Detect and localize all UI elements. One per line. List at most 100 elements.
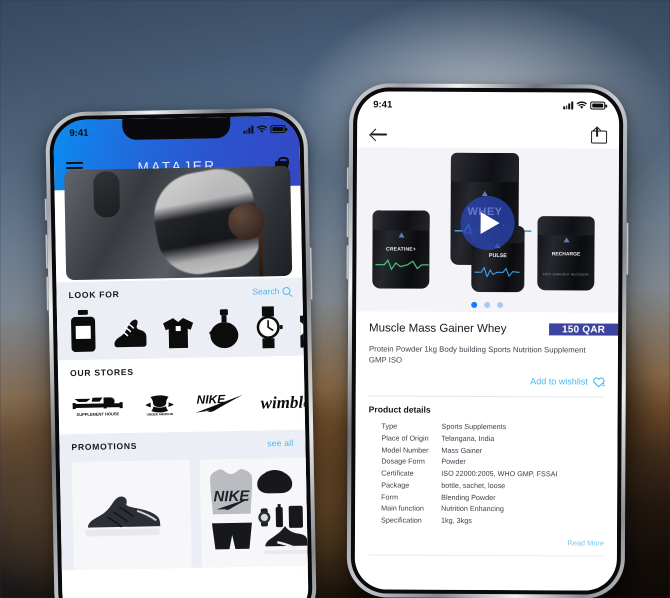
back-arrow-icon[interactable]: [371, 128, 387, 140]
jar-label-recharge: RECHARGE: [551, 250, 581, 258]
product-title-row: Muscle Mass Gainer Whey 150 QAR: [356, 311, 619, 344]
play-button-icon[interactable]: [460, 195, 515, 251]
detail-key: Dosage Form: [381, 456, 425, 467]
look-for-title: LOOK FOR: [68, 289, 120, 301]
category-icon-row: [69, 304, 309, 354]
jar-wave-pulse: [474, 266, 520, 278]
phone-left-bezel: 9:41 MATAJER LOOK FOR Search OUR STORES …: [49, 111, 313, 598]
heart-outline-icon: [593, 376, 605, 388]
product-detail-panel: Muscle Mass Gainer Whey 150 QAR Protein …: [354, 311, 619, 591]
store-logo-under-armour[interactable]: UNDER ARMOUR: [138, 393, 180, 416]
svg-text:SUPPLEMENT HOUSE: SUPPLEMENT HOUSE: [76, 411, 119, 417]
phone-right-screen: 9:41 WHEY 100% ADVANCED PROTEIN: [354, 91, 620, 591]
store-logo-wimble[interactable]: wimble: [260, 390, 308, 413]
promotions-see-all-link[interactable]: see all: [267, 438, 293, 449]
store-logo-nike[interactable]: NIKE: [194, 391, 246, 416]
wifi-icon: [256, 125, 268, 133]
status-time: 9:41: [373, 98, 393, 111]
jar-sub-recharge: POST WORKOUT RECOVERY: [542, 272, 590, 277]
phone-right-volume-down[interactable]: [346, 245, 349, 280]
phone-left-volume-down[interactable]: [46, 276, 49, 311]
detail-key: Form: [381, 491, 398, 502]
phone-right-mute-switch[interactable]: [346, 167, 349, 190]
category-supplement-bottle[interactable]: [69, 308, 98, 353]
detail-value: Powder: [441, 457, 466, 467]
category-perfume-bottle[interactable]: [209, 305, 240, 350]
category-sneaker[interactable]: [111, 307, 148, 352]
store-logo-supplement-house[interactable]: SUPPLEMENT HOUSE: [70, 394, 124, 417]
gallery-dot-3[interactable]: [497, 302, 504, 309]
detail-value: Telangana, India: [441, 433, 495, 443]
svg-text:UNDER ARMOUR: UNDER ARMOUR: [147, 412, 174, 416]
detail-value: Mass Gainer: [441, 445, 483, 455]
add-to-wishlist-button[interactable]: Add to wishlist: [356, 366, 618, 396]
product-price-badge: 150 QAR: [548, 323, 619, 336]
our-stores-header: OUR STORES: [70, 364, 292, 378]
category-t-shirt[interactable]: [161, 306, 196, 351]
detail-value: ISO 22000:2005, WHO GMP, FSSAI: [441, 468, 558, 479]
hero-banner[interactable]: [64, 165, 293, 281]
phone-right-power-button[interactable]: [626, 222, 629, 275]
jar-label-creatine: CREATINE+: [386, 246, 416, 254]
detail-key: Package: [381, 480, 410, 490]
gallery-dot-1[interactable]: [471, 301, 478, 308]
svg-text:wimble: wimble: [260, 393, 308, 413]
promo-card-sneakers[interactable]: [71, 459, 192, 571]
detail-value: Nutrition Enhancing: [441, 504, 504, 514]
detail-value: 1kg, 3kgs: [441, 515, 472, 525]
battery-icon: [590, 101, 606, 110]
phone-left: 9:41 MATAJER LOOK FOR Search OUR STORES …: [44, 107, 317, 598]
phone-left-mute-switch[interactable]: [44, 198, 48, 221]
share-icon[interactable]: [591, 126, 605, 144]
promotions-header: PROMOTIONS see all: [71, 438, 293, 452]
detail-key: Place of Origin: [381, 433, 429, 443]
signal-bars-icon: [243, 125, 254, 134]
battery-icon: [270, 125, 286, 133]
detail-key: Specification: [381, 515, 422, 525]
signal-bars-icon: [563, 101, 574, 110]
detail-divider-bottom: [367, 554, 604, 557]
status-icons: [243, 125, 286, 134]
look-for-section: LOOK FOR Search: [56, 277, 309, 361]
promotions-section: PROMOTIONS see all NIKE: [59, 429, 309, 571]
product-description: Protein Powder 1kg Body building Sports …: [368, 344, 586, 365]
our-stores-section: OUR STORES SUPPLEMENT HOUSE UNDER ARMOUR…: [58, 356, 309, 435]
category-wrist-watch[interactable]: [253, 304, 284, 349]
product-details-body: Type Sports Supplements Place of Origin Te…: [355, 421, 618, 528]
detail-key: Model Number: [381, 445, 429, 455]
wifi-icon: [576, 101, 588, 109]
read-more-link[interactable]: Read More: [567, 539, 604, 548]
store-logo-row: SUPPLEMENT HOUSE UNDER ARMOUR NIKE wimbl…: [70, 382, 309, 428]
promo-outfit-image: NIKE: [210, 468, 308, 555]
product-nav-row: [357, 119, 619, 150]
category-backpack[interactable]: [297, 303, 309, 348]
jar-label-pulse: PULSE: [488, 252, 507, 259]
product-title: Muscle Mass Gainer Whey: [369, 322, 507, 336]
phone-left-screen: 9:41 MATAJER LOOK FOR Search OUR STORES …: [53, 115, 309, 598]
phone-left-volume-up[interactable]: [45, 234, 49, 269]
product-gallery[interactable]: WHEY 100% ADVANCED PROTEIN CREATINE+ PUL…: [356, 147, 620, 299]
search-button[interactable]: Search: [252, 286, 291, 297]
svg-text:NIKE: NIKE: [213, 488, 250, 506]
status-bar-right: 9:41: [357, 91, 620, 119]
status-icons: [563, 101, 606, 110]
phone-left-notch: [122, 117, 231, 141]
detail-key: Main function: [381, 503, 424, 513]
our-stores-title: OUR STORES: [69, 366, 134, 379]
look-for-header: LOOK FOR Search: [68, 286, 291, 301]
detail-key: Type: [381, 421, 398, 431]
phone-right-volume-up[interactable]: [346, 203, 349, 238]
search-label: Search: [252, 286, 280, 297]
gallery-dot-2[interactable]: [484, 301, 491, 309]
status-time: 9:41: [69, 127, 89, 139]
read-more-row: Read More: [355, 527, 617, 556]
add-to-wishlist-label: Add to wishlist: [530, 376, 588, 387]
product-details-heading: Product details: [368, 403, 431, 415]
promotions-card-row: NIKE: [71, 456, 309, 571]
hero-glare: [64, 165, 293, 281]
search-icon: [282, 286, 291, 296]
detail-value: Sports Supplements: [441, 421, 507, 432]
promo-card-outfit[interactable]: NIKE: [199, 457, 309, 568]
product-details-table: Type Sports Supplements Place of Origin Te…: [355, 421, 618, 528]
product-jar-creatine: CREATINE+: [371, 210, 431, 289]
